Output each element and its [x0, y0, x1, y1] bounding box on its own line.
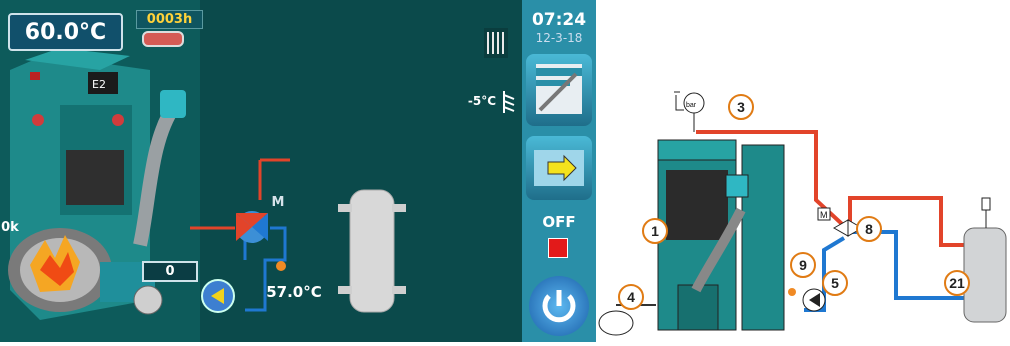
hydraulic-diagram: bar M 3 1 4 9 5 8 21 — [596, 0, 1010, 342]
boiler-panel: E2 — [0, 0, 200, 342]
pellet-hopper — [741, 144, 785, 331]
clock-date: 12-3-18 — [535, 31, 583, 45]
pressure-gauge-label: bar — [686, 102, 697, 109]
flow-temperature-label: 57.0°C — [266, 283, 322, 301]
outdoor-sensor-icon — [503, 91, 515, 113]
right-sidebar: OFF — [522, 0, 596, 342]
boiler-temperature-display: 60.0°C — [8, 13, 123, 51]
power-level-label: 0k — [1, 219, 19, 235]
mixing-valve-icon[interactable] — [232, 207, 272, 247]
manual-mode-icon — [534, 150, 584, 186]
svg-text:E2: E2 — [92, 78, 106, 91]
callout-5: 5 — [822, 270, 848, 296]
buffer-tank-icon — [338, 189, 406, 313]
clock-time: 07:24 — [531, 10, 587, 30]
outdoor-temperature: -5°C — [467, 94, 497, 108]
radiator-icon[interactable] — [484, 28, 508, 58]
expansion-vessel — [598, 310, 634, 336]
hours-counter: 0003h — [136, 10, 203, 29]
boiler-door — [666, 170, 728, 240]
callout-3: 3 — [728, 94, 754, 120]
hours-indicator-bar — [142, 31, 184, 47]
diagram-buffer-tank — [963, 227, 1007, 323]
settings-icon — [536, 64, 582, 114]
stop-icon[interactable] — [548, 238, 568, 258]
power-icon — [542, 290, 576, 323]
callout-1: 1 — [642, 218, 668, 244]
diagram-mixer-label: M — [820, 210, 828, 220]
callout-21: 21 — [944, 270, 970, 296]
boiler-illustration: E2 — [8, 48, 186, 320]
callout-9: 9 — [790, 252, 816, 278]
mixer-motor-label: M — [271, 194, 285, 210]
controller-screen: E2 60.0°C 0003h 0k 0 M 57.0°C -5°C OFF 0… — [0, 0, 596, 342]
firebox-window — [66, 150, 124, 205]
settings-button[interactable] — [526, 54, 592, 126]
manual-mode-button[interactable] — [526, 136, 592, 200]
power-button[interactable] — [529, 276, 589, 336]
pump-icon[interactable] — [200, 278, 236, 314]
state-label: OFF — [542, 213, 576, 231]
callout-4: 4 — [618, 284, 644, 310]
callout-8: 8 — [856, 216, 882, 242]
